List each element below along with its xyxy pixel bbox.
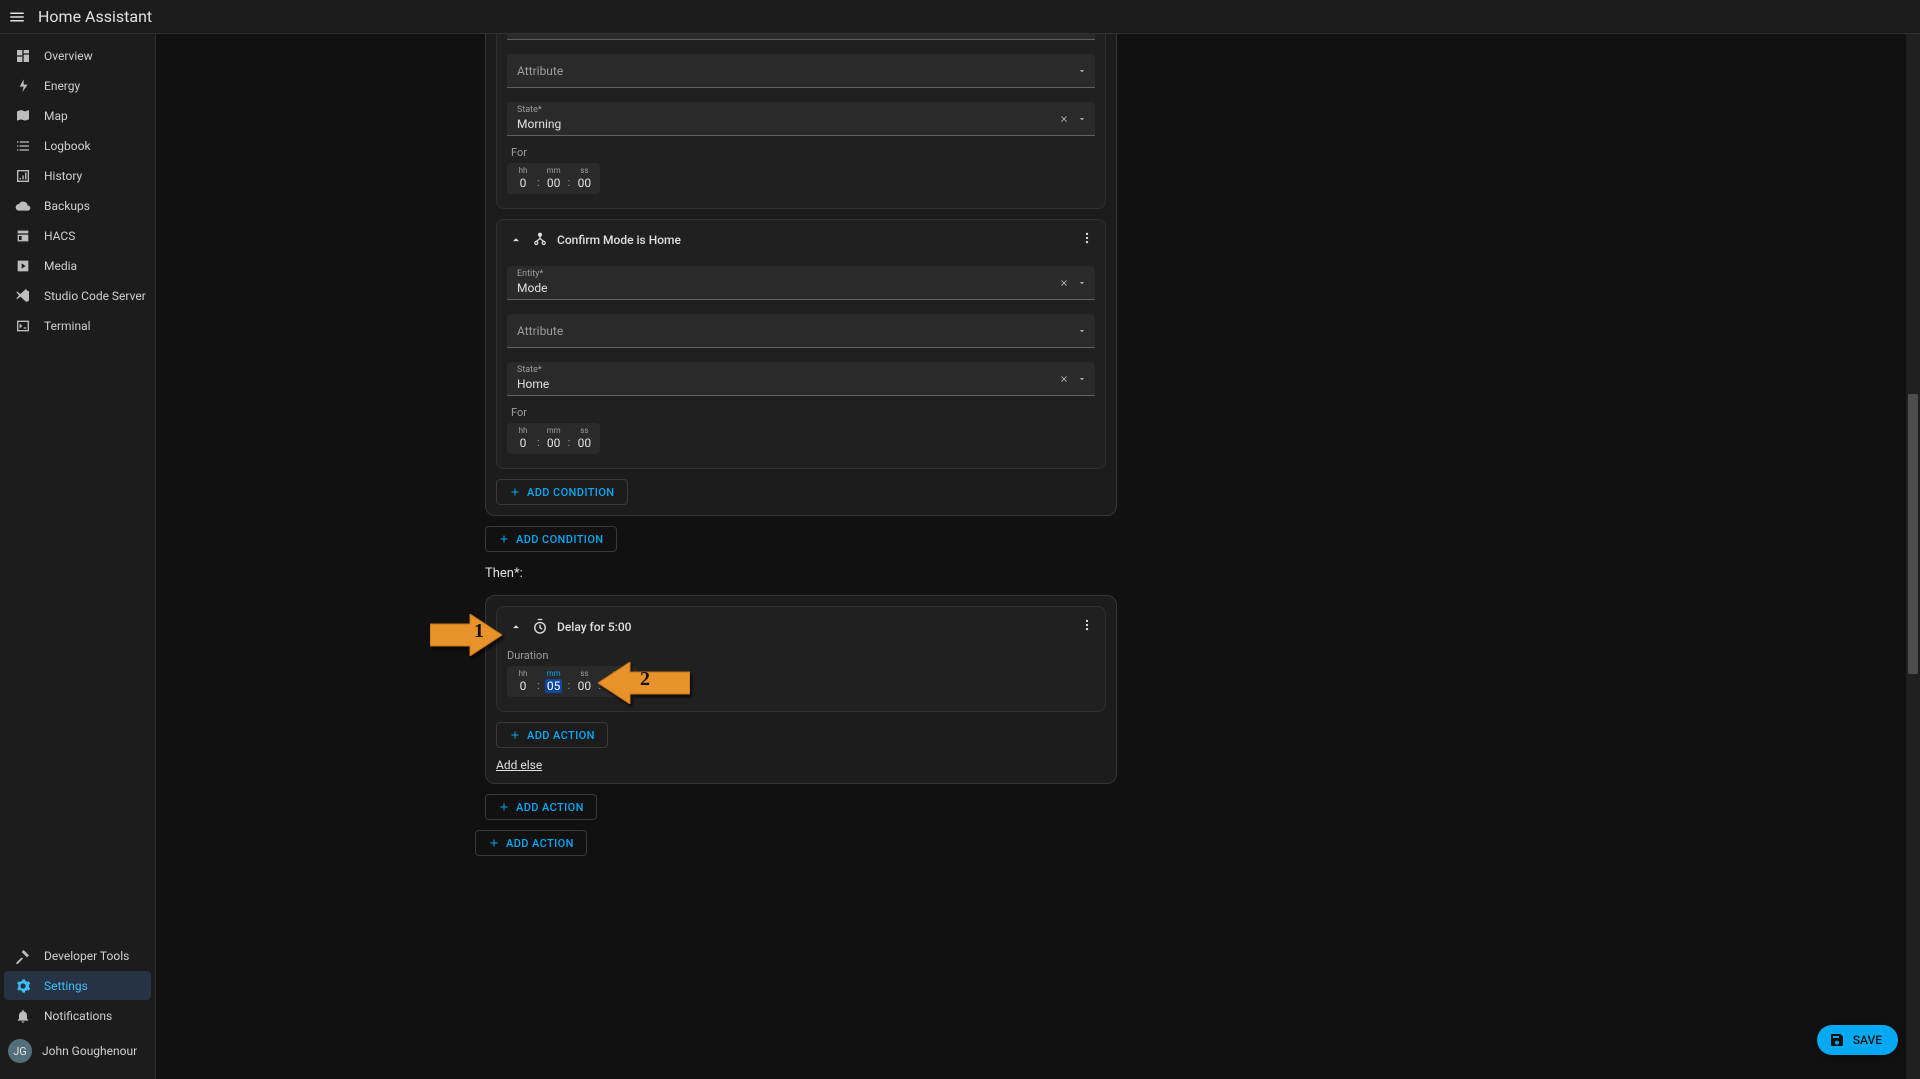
- user-avatar: JG: [8, 1039, 32, 1063]
- sidebar-item-hacs[interactable]: HACS: [4, 221, 151, 250]
- state-field-2[interactable]: State* Home: [507, 362, 1095, 396]
- user-name: John Goughenour: [42, 1044, 137, 1058]
- list-icon: [12, 138, 34, 154]
- state-condition-icon: [529, 229, 551, 251]
- add-action-mid-button[interactable]: ADD ACTION: [485, 794, 597, 820]
- vscode-icon: [12, 288, 34, 304]
- sidebar-item-label: Terminal: [44, 319, 91, 333]
- plus-icon: [509, 486, 521, 498]
- chart-icon: [12, 168, 34, 184]
- sidebar-item-label: Backups: [44, 199, 90, 213]
- bell-icon: [12, 1008, 34, 1024]
- attribute-placeholder: Attribute: [517, 64, 563, 78]
- chevron-down-icon: [1075, 276, 1089, 290]
- sidebar-item-logbook[interactable]: Logbook: [4, 131, 151, 160]
- sidebar-item-label: Overview: [44, 49, 93, 63]
- state-value: Morning: [517, 117, 561, 131]
- sidebar-user-profile[interactable]: JG John Goughenour: [0, 1031, 155, 1071]
- hammer-icon: [12, 948, 34, 964]
- map-icon: [12, 108, 34, 124]
- attribute-select-1[interactable]: Attribute: [507, 54, 1095, 88]
- chevron-down-icon: [1075, 112, 1089, 126]
- sidebar-item-label: Map: [44, 109, 68, 123]
- sidebar-toggle-button[interactable]: [0, 0, 34, 34]
- plus-icon: [498, 533, 510, 545]
- clear-icon[interactable]: [1057, 276, 1071, 290]
- duration-label: Duration: [507, 649, 1095, 662]
- gear-icon: [12, 978, 34, 994]
- clear-icon[interactable]: [1057, 372, 1071, 386]
- lightning-icon: [12, 78, 34, 94]
- chevron-down-icon: [1075, 64, 1089, 78]
- sidebar-item-label: Logbook: [44, 139, 91, 153]
- sidebar-item-energy[interactable]: Energy: [4, 71, 151, 100]
- for-label-2: For: [511, 406, 1095, 419]
- annotation-arrow-1: 1: [430, 614, 502, 656]
- cloud-icon: [12, 198, 34, 214]
- main-content: Attribute State* Morning For hh0 : mm00: [156, 34, 1920, 1079]
- chevron-down-icon: [1075, 372, 1089, 386]
- sidebar-item-label: Media: [44, 259, 77, 273]
- save-icon: [1829, 1032, 1845, 1048]
- terminal-icon: [12, 318, 34, 334]
- entity-label: Entity*: [517, 269, 543, 279]
- sidebar-item-map[interactable]: Map: [4, 101, 151, 130]
- condition-overflow-menu[interactable]: [1077, 228, 1097, 248]
- save-label: SAVE: [1853, 1033, 1882, 1047]
- sidebar-item-label: Settings: [44, 979, 88, 993]
- plus-icon: [509, 729, 521, 741]
- chevron-down-icon: [1075, 324, 1089, 338]
- annotation-arrow-2: 2: [598, 662, 690, 704]
- entity-value: Mode: [517, 281, 547, 295]
- sidebar-item-label: HACS: [44, 229, 75, 243]
- chevron-up-icon[interactable]: [507, 231, 525, 249]
- duration-mm-selected[interactable]: 05: [545, 679, 563, 693]
- sidebar-item-overview[interactable]: Overview: [4, 41, 151, 70]
- sidebar-item-history[interactable]: History: [4, 161, 151, 190]
- sidebar-item-label: Notifications: [44, 1009, 112, 1023]
- sidebar-item-label: History: [44, 169, 82, 183]
- timer-icon: [529, 616, 551, 638]
- sidebar-item-label: Energy: [44, 79, 80, 93]
- sidebar: Overview Energy Map Logbook History Back…: [0, 34, 156, 1079]
- clear-icon[interactable]: [1057, 112, 1071, 126]
- add-condition-inner-button[interactable]: ADD CONDITION: [496, 479, 628, 505]
- add-else-link[interactable]: Add else: [496, 758, 542, 772]
- attribute-placeholder: Attribute: [517, 324, 563, 338]
- plus-icon: [488, 837, 500, 849]
- sidebar-item-label: Developer Tools: [44, 949, 129, 963]
- sidebar-item-label: Studio Code Server: [44, 289, 146, 303]
- add-condition-outer-button[interactable]: ADD CONDITION: [485, 526, 617, 552]
- sidebar-item-settings[interactable]: Settings: [4, 971, 151, 1000]
- for-duration-2[interactable]: hh0 : mm00 : ss00: [507, 423, 600, 454]
- plus-icon: [498, 801, 510, 813]
- sidebar-item-studio-code[interactable]: Studio Code Server: [4, 281, 151, 310]
- state-field-1[interactable]: State* Morning: [507, 102, 1095, 136]
- app-title: Home Assistant: [38, 7, 152, 26]
- play-box-icon: [12, 258, 34, 274]
- attribute-select-2[interactable]: Attribute: [507, 314, 1095, 348]
- action-overflow-menu[interactable]: [1077, 615, 1097, 635]
- add-action-inner-button[interactable]: ADD ACTION: [496, 722, 608, 748]
- sidebar-item-media[interactable]: Media: [4, 251, 151, 280]
- state-label: State*: [517, 105, 542, 115]
- entity-field[interactable]: Entity* Mode: [507, 266, 1095, 300]
- dashboard-icon: [12, 48, 34, 64]
- sidebar-item-backups[interactable]: Backups: [4, 191, 151, 220]
- then-section-label: Then*:: [485, 566, 1117, 581]
- state-value: Home: [517, 377, 549, 391]
- condition-title: Confirm Mode is Home: [557, 233, 681, 247]
- sidebar-item-terminal[interactable]: Terminal: [4, 311, 151, 340]
- store-icon: [12, 228, 34, 244]
- for-label-1: For: [511, 146, 1095, 159]
- add-action-outer-button[interactable]: ADD ACTION: [475, 830, 587, 856]
- sidebar-item-notifications[interactable]: Notifications: [4, 1001, 151, 1030]
- sidebar-item-dev-tools[interactable]: Developer Tools: [4, 941, 151, 970]
- state-label: State*: [517, 365, 542, 375]
- action-title: Delay for 5:00: [557, 620, 631, 634]
- for-duration-1[interactable]: hh0 : mm00 : ss00: [507, 163, 600, 194]
- chevron-up-icon[interactable]: [507, 618, 525, 636]
- save-fab-button[interactable]: SAVE: [1817, 1025, 1898, 1055]
